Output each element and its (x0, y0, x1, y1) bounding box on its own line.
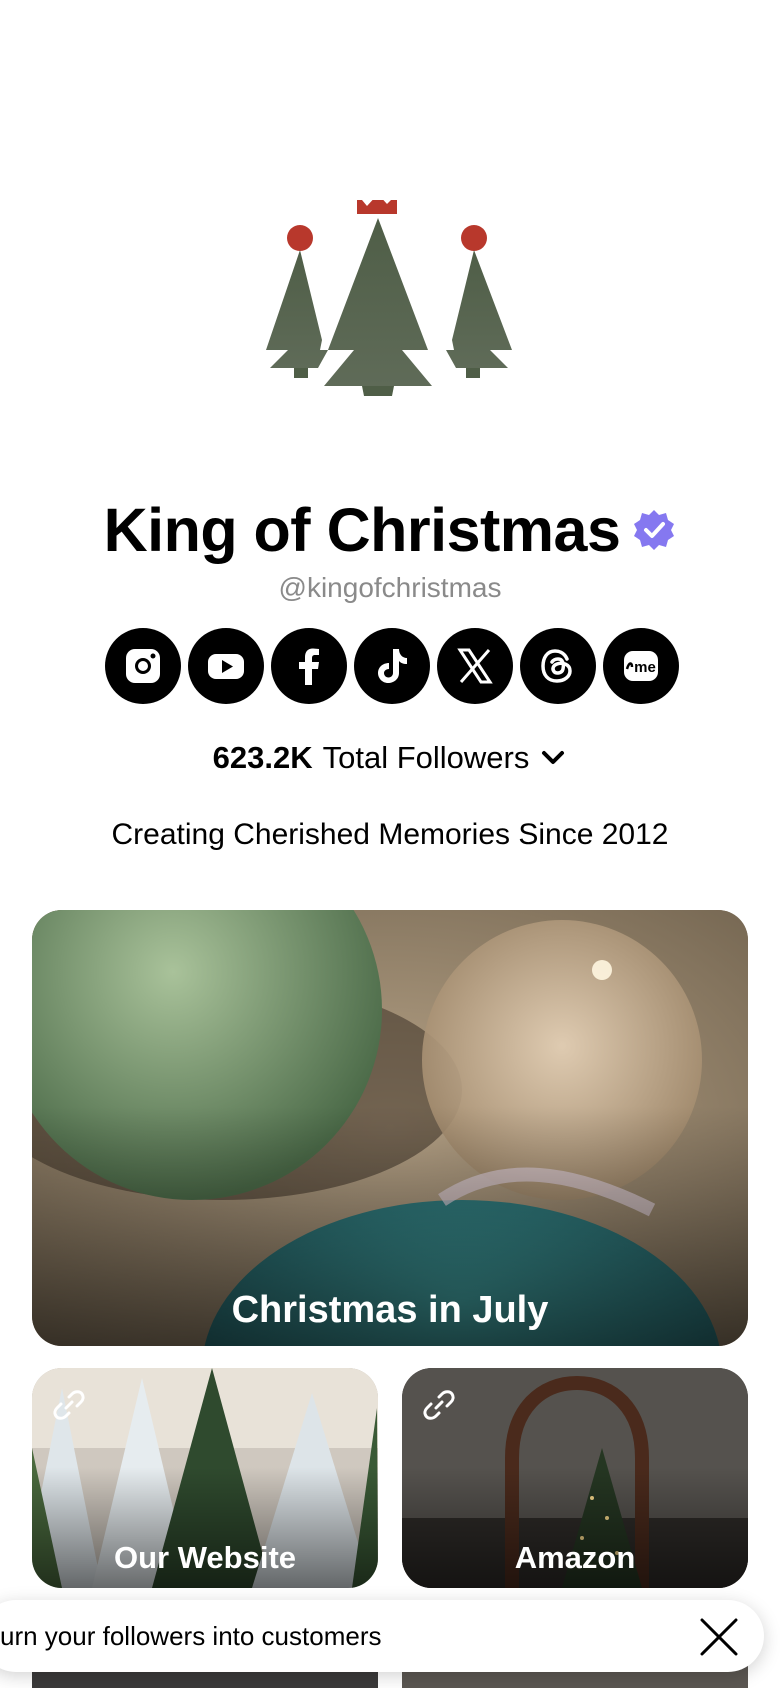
link-icon (423, 1390, 455, 1420)
social-links: me (105, 628, 679, 704)
link-icon (53, 1390, 85, 1420)
x-link[interactable] (437, 628, 513, 704)
followers-toggle[interactable]: 623.2K Total Followers (0, 738, 780, 778)
profile-handle: @kingofchristmas (278, 572, 502, 603)
featured-card-label: Christmas in July (231, 1289, 549, 1331)
profile-tagline: Creating Cherished Memories Since 2012 (111, 818, 669, 851)
website-card-label: Our Website (113, 1540, 297, 1575)
followers-count: 623.2K (212, 740, 313, 775)
amazon-card-label: Amazon (514, 1540, 636, 1575)
youtube-icon (208, 654, 244, 679)
threads-icon (541, 649, 572, 683)
youtube-link[interactable] (188, 628, 264, 704)
tiktok-icon (378, 649, 407, 683)
christmas-trees-logo (266, 200, 512, 396)
close-icon[interactable] (696, 1614, 742, 1660)
profile-name-row: King of Christmas (0, 494, 780, 566)
threads-link[interactable] (520, 628, 596, 704)
instagram-link[interactable] (105, 628, 181, 704)
chevron-down-icon (542, 751, 565, 764)
tiktok-link[interactable] (354, 628, 430, 704)
instagram-icon (126, 649, 160, 683)
facebook-link[interactable] (271, 628, 347, 704)
featured-link-card[interactable]: Christmas in July (32, 910, 748, 1346)
website-link-card[interactable]: Our Website (32, 1368, 378, 1588)
followers-label: Total Followers (322, 740, 530, 775)
facebook-icon (299, 648, 319, 685)
linkme-link[interactable]: me (603, 628, 679, 704)
linkme-text: me (634, 659, 656, 676)
verified-badge-icon (634, 510, 675, 550)
linkme-icon: me (624, 651, 658, 681)
profile-name: King of Christmas (103, 496, 621, 564)
profile-page: King of Christmas @kingofchristmas me 62… (0, 0, 780, 1688)
amazon-link-card[interactable]: Amazon (402, 1368, 748, 1588)
x-icon (457, 648, 493, 684)
promo-banner-text: urn your followers into customers (0, 1621, 382, 1651)
